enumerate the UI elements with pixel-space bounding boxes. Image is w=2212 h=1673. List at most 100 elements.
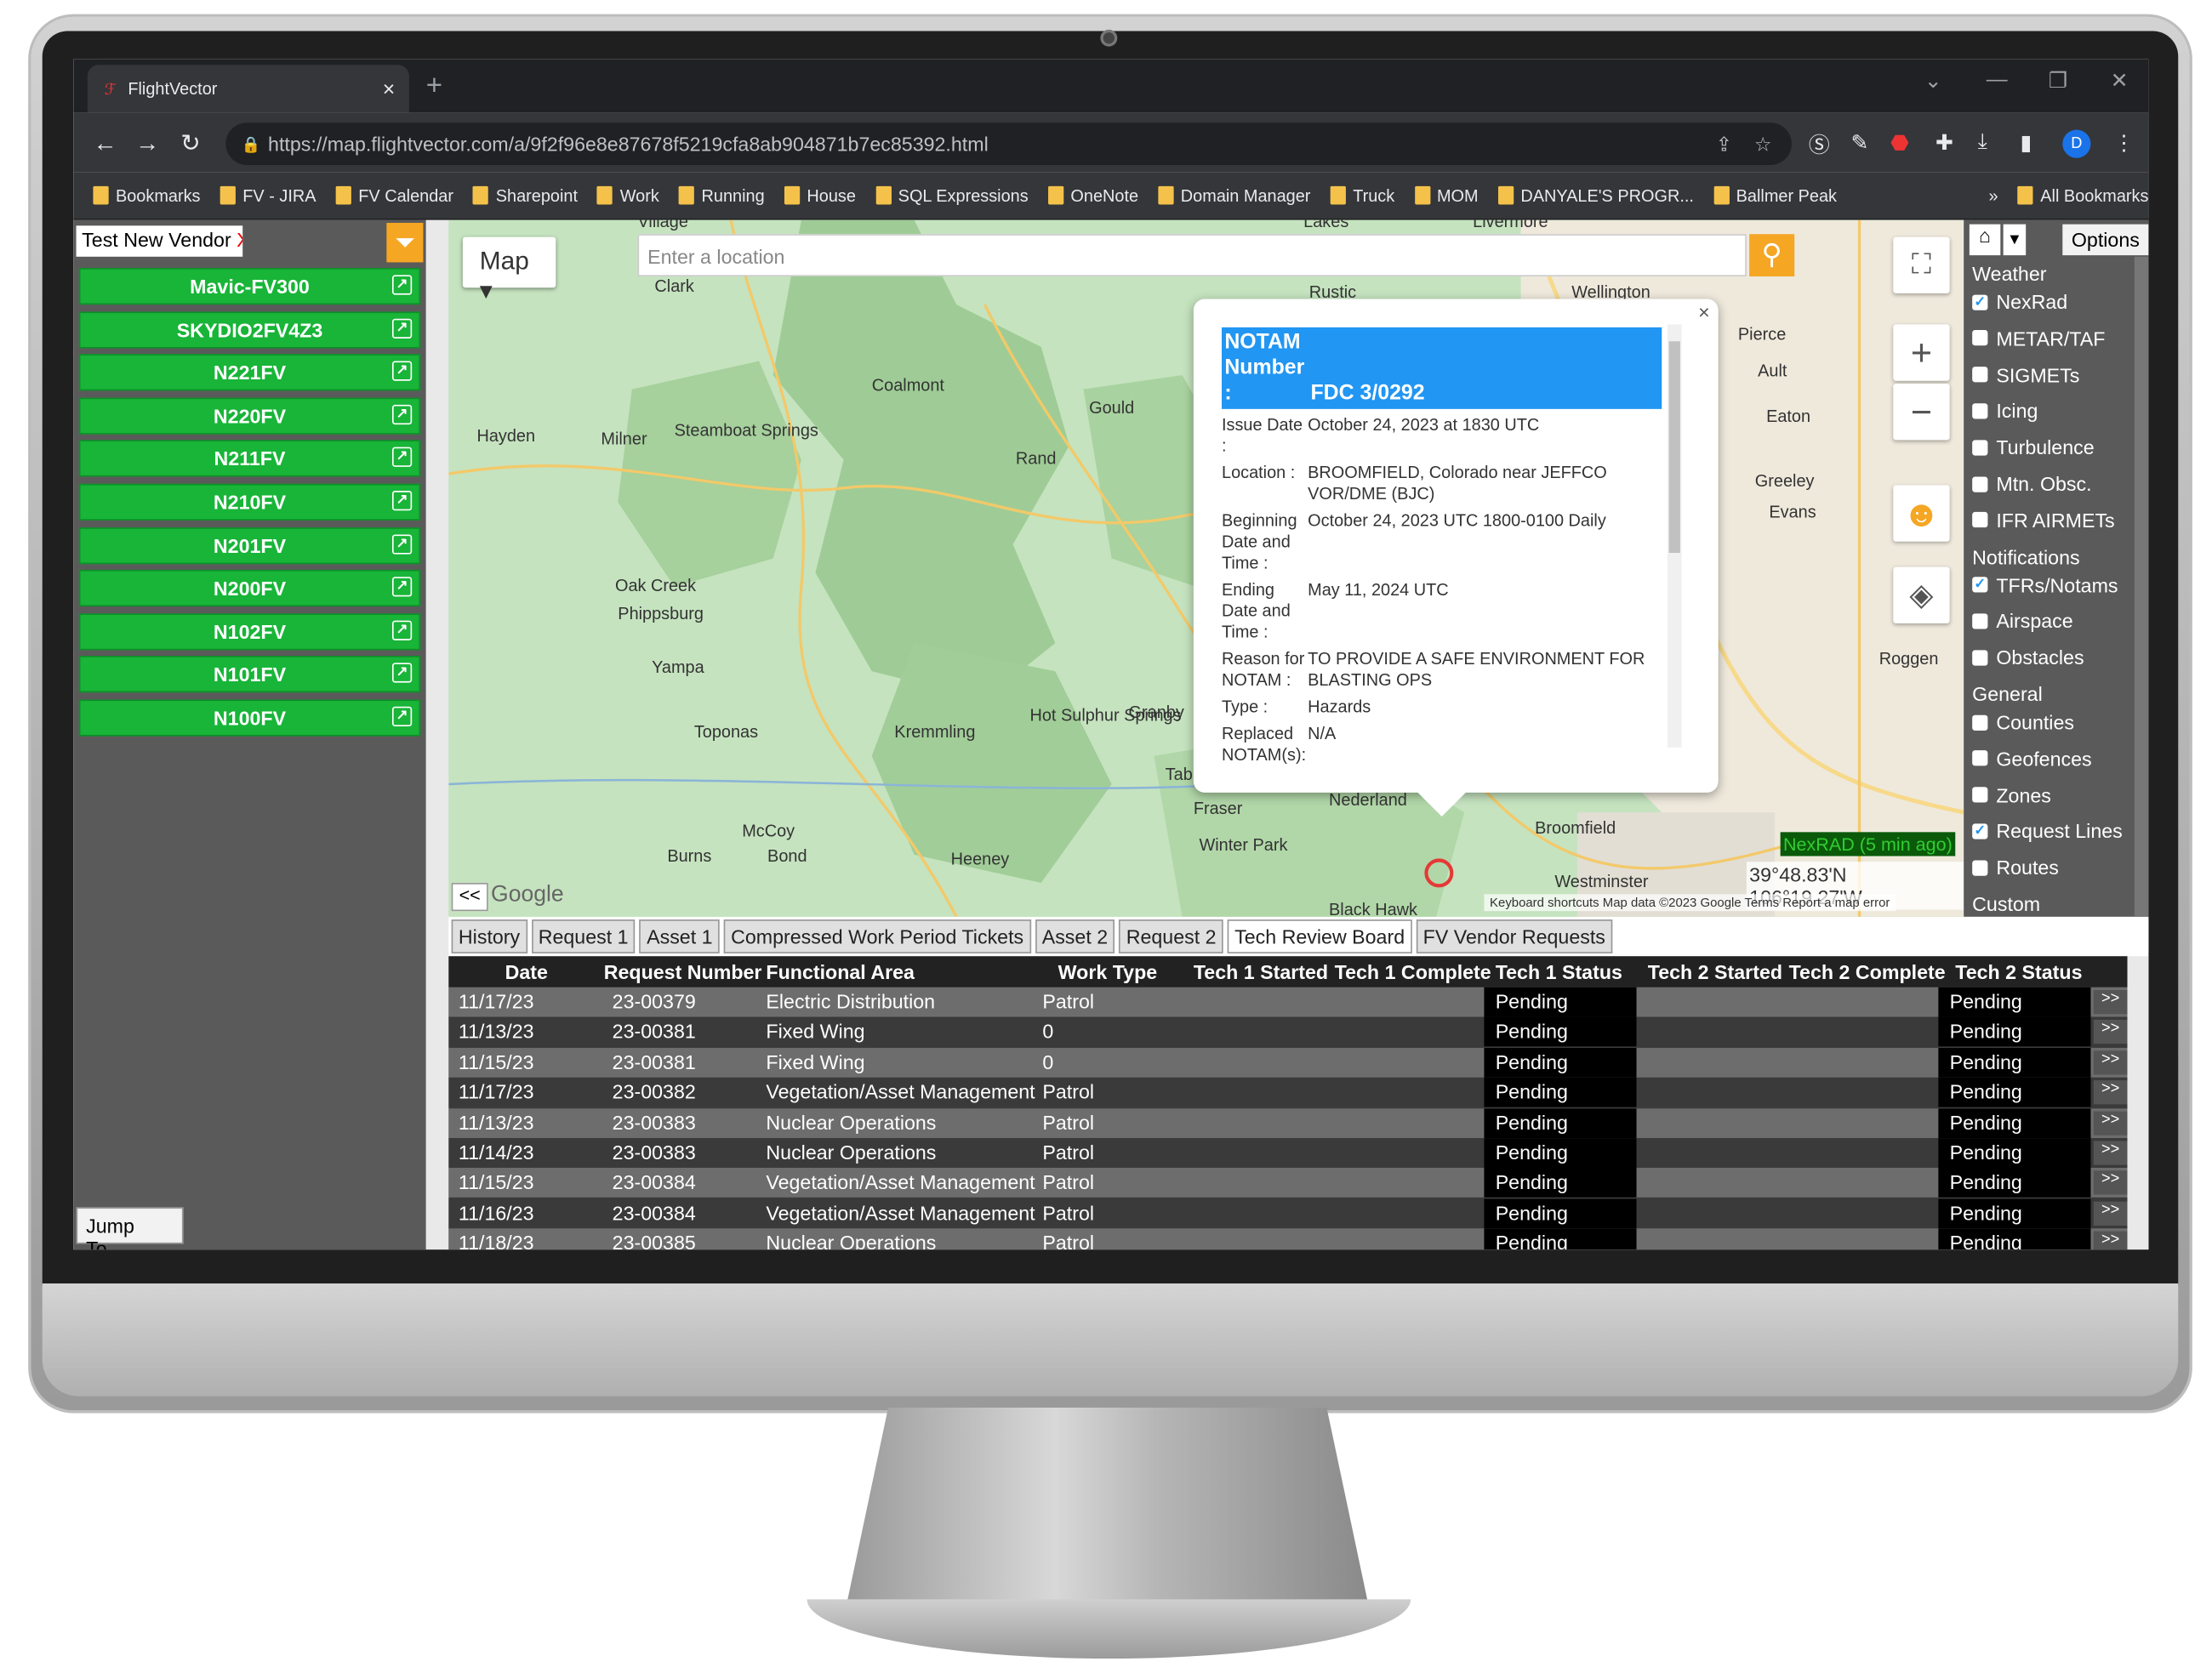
forward-icon[interactable]: → — [135, 130, 159, 158]
filter-icon[interactable]: ⏷ — [386, 222, 424, 263]
aircraft-button[interactable]: N201FV ↗ — [78, 526, 421, 564]
location-search-input[interactable]: Enter a location — [637, 234, 1747, 277]
bookmark-item[interactable]: SQL Expressions — [875, 185, 1029, 205]
bookmark-item[interactable]: Work — [597, 185, 659, 205]
open-external-icon[interactable]: ↗ — [391, 706, 413, 726]
new-tab-icon[interactable]: + — [426, 71, 442, 103]
layer-toggle[interactable]: Turbulence — [1972, 436, 2095, 458]
options-button[interactable]: Options — [2062, 224, 2149, 256]
bottom-tab[interactable]: Asset 2 — [1035, 919, 1115, 953]
clear-vendor-icon[interactable]: X — [237, 229, 242, 252]
bottom-tab[interactable]: FV Vendor Requests — [1416, 919, 1613, 953]
aircraft-button[interactable]: N200FV ↗ — [78, 570, 421, 607]
jump-to-button[interactable]: Jump To... — [76, 1207, 184, 1249]
layer-toggle[interactable]: Counties — [1972, 711, 2074, 733]
layer-toggle[interactable]: ✓ Request Lines — [1972, 820, 2123, 843]
layer-toggle[interactable]: Obstacles — [1972, 646, 2084, 669]
bookmark-item[interactable]: FV Calendar — [335, 185, 453, 205]
open-external-icon[interactable]: ↗ — [391, 275, 413, 295]
open-external-icon[interactable]: ↗ — [391, 491, 413, 511]
open-external-icon[interactable]: ↗ — [391, 361, 413, 382]
checkbox-checked-icon[interactable]: ✓ — [1972, 293, 1988, 310]
left-scrollbar[interactable] — [425, 219, 449, 1250]
table-row[interactable]: 11/16/23 23-00384 Vegetation/Asset Managem… — [448, 1198, 2128, 1228]
checkbox-icon[interactable] — [1972, 859, 1988, 876]
open-external-icon[interactable]: ↗ — [391, 318, 413, 339]
bookmark-item[interactable]: House — [784, 185, 856, 205]
reload-icon[interactable]: ↻ — [180, 130, 201, 158]
address-bar[interactable]: 🔒 https://map.flightvector.com/a/9f2f96e… — [225, 122, 1792, 166]
home-icon[interactable]: ⌂ — [1969, 224, 2001, 256]
layer-toggle[interactable]: Airspace — [1972, 610, 2073, 633]
bottom-tab[interactable]: Compressed Work Period Tickets — [723, 919, 1031, 953]
column-header[interactable]: Tech 2 Started — [1648, 960, 1782, 983]
restore-icon[interactable]: ❐ — [2049, 68, 2067, 93]
map-type-select[interactable]: Map ▾ — [462, 236, 556, 304]
bookmark-item[interactable]: Bookmarks — [93, 185, 201, 205]
layer-toggle[interactable]: Geofences — [1972, 748, 2092, 770]
table-row[interactable]: 11/17/23 23-00382 Vegetation/Asset Managem… — [448, 1078, 2128, 1107]
checkbox-icon[interactable] — [1972, 403, 1988, 419]
checkbox-icon[interactable] — [1972, 475, 1988, 492]
bookmark-item[interactable]: OneNote — [1047, 185, 1138, 205]
table-row[interactable]: 11/15/23 23-00381 Fixed Wing 0 Pending Pendin… — [448, 1047, 2128, 1078]
collapse-panel-button[interactable]: << — [451, 883, 488, 912]
checkbox-icon[interactable] — [1972, 512, 1988, 528]
more-bookmarks-icon[interactable]: » — [1988, 185, 1998, 205]
bookmark-item[interactable]: Domain Manager — [1158, 185, 1310, 205]
menu-icon[interactable]: ⋮ — [2113, 130, 2135, 155]
bookmark-item[interactable]: Ballmer Peak — [1713, 185, 1837, 205]
download-icon[interactable]: ⤓ — [1978, 130, 1987, 154]
zoom-out-button[interactable]: − — [1893, 384, 1950, 441]
checkbox-checked-icon[interactable]: ✓ — [1972, 823, 1988, 839]
checkbox-icon[interactable] — [1972, 367, 1988, 383]
extension-s-icon[interactable]: Ⓢ — [1809, 130, 1830, 160]
bookmark-item[interactable]: Sharepoint — [473, 185, 578, 205]
map-view[interactable]: Village Lakes Livermore Clark Rustic Wellingt… — [448, 219, 1964, 917]
column-header[interactable]: Tech 1 Started — [1194, 960, 1328, 983]
bottom-tab[interactable]: Tech Review Board — [1227, 919, 1412, 953]
fullscreen-icon[interactable]: ⛶ — [1893, 236, 1950, 293]
layer-toggle[interactable]: Routes — [1972, 856, 2059, 879]
column-header[interactable]: Tech 2 Complete — [1789, 960, 1946, 983]
vendor-filter-box[interactable]: Test New Vendor X — [76, 225, 243, 257]
row-expand-button[interactable]: >> — [2093, 990, 2128, 1015]
column-header[interactable]: Functional Area — [766, 960, 915, 983]
bottom-tab[interactable]: Request 2 — [1119, 919, 1223, 953]
layer-toggle[interactable]: Mtn. Obsc. — [1972, 472, 2092, 495]
close-tab-icon[interactable]: × — [383, 77, 396, 100]
aircraft-button[interactable]: N100FV ↗ — [78, 699, 421, 737]
checkbox-icon[interactable] — [1972, 330, 1988, 346]
bookmark-item[interactable]: All Bookmarks — [2017, 185, 2148, 205]
home-dropdown-icon[interactable]: ▼ — [2003, 224, 2027, 256]
row-expand-button[interactable]: >> — [2093, 1050, 2128, 1075]
row-expand-button[interactable]: >> — [2093, 1170, 2128, 1196]
column-header[interactable]: Request Number — [604, 960, 762, 983]
checkbox-icon[interactable] — [1972, 613, 1988, 629]
profile-avatar[interactable]: D — [2062, 129, 2091, 158]
table-row[interactable]: 11/17/23 23-00379 Electric Distribution Pat… — [448, 987, 2128, 1017]
open-external-icon[interactable]: ↗ — [391, 663, 413, 684]
checkbox-checked-icon[interactable]: ✓ — [1972, 577, 1988, 593]
checkbox-icon[interactable] — [1972, 439, 1988, 456]
bookmark-item[interactable]: DANYALE'S PROGR... — [1497, 185, 1694, 205]
checkbox-icon[interactable] — [1972, 750, 1988, 766]
column-header[interactable]: Date — [505, 960, 548, 983]
pegman-icon[interactable]: ☻ — [1893, 485, 1950, 542]
layers-scrollbar[interactable] — [2134, 256, 2149, 917]
close-window-icon[interactable]: ✕ — [2111, 68, 2129, 93]
aircraft-button[interactable]: N221FV ↗ — [78, 354, 421, 391]
open-external-icon[interactable]: ↗ — [391, 620, 413, 640]
row-expand-button[interactable]: >> — [2093, 1201, 2128, 1226]
aircraft-button[interactable]: Mavic-FV300 ↗ — [78, 268, 421, 305]
close-popup-icon[interactable]: × — [1698, 300, 1710, 323]
column-header[interactable]: Tech 1 Complete — [1335, 960, 1491, 983]
column-header[interactable]: Work Type — [1058, 960, 1158, 983]
back-icon[interactable]: ← — [93, 130, 117, 158]
checkbox-icon[interactable] — [1972, 649, 1988, 666]
layer-toggle[interactable]: SIGMETs — [1972, 363, 2079, 386]
extension-pen-icon[interactable]: ✎ — [1851, 130, 1869, 155]
open-external-icon[interactable]: ↗ — [391, 404, 413, 424]
aircraft-button[interactable]: N210FV ↗ — [78, 483, 421, 521]
layer-toggle[interactable]: ✓ TFRs/Notams — [1972, 573, 2118, 596]
